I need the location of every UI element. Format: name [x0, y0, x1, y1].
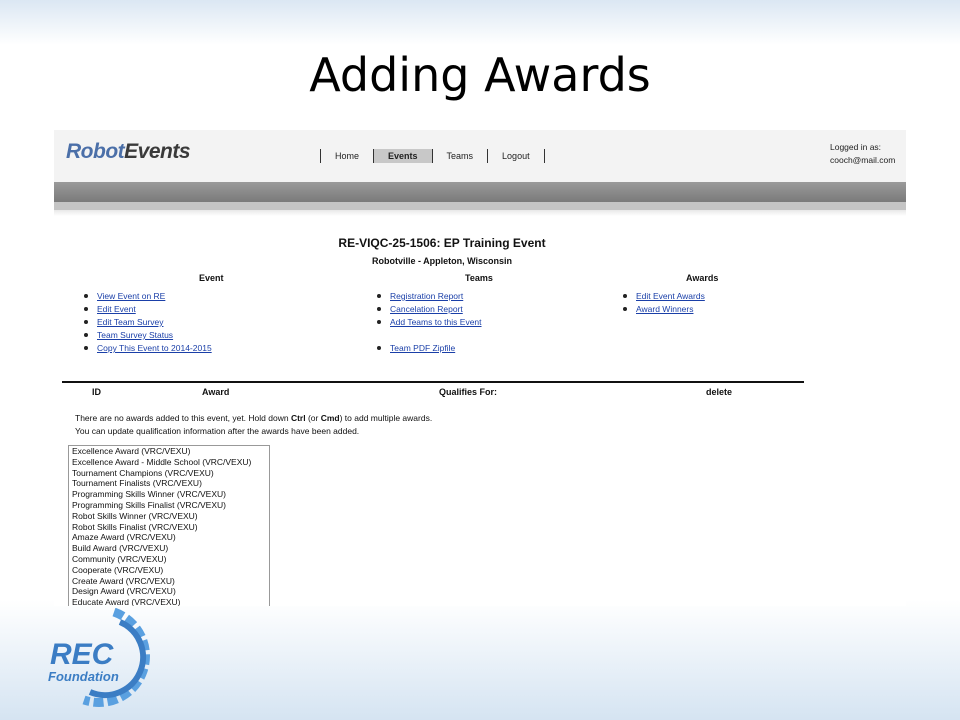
- bullet-icon: [84, 319, 88, 324]
- teams-column-heading: Teams: [465, 273, 493, 283]
- list-item: View Event on RE: [84, 291, 165, 301]
- list-item: Edit Event Awards: [623, 291, 705, 301]
- list-item: Award Winners: [623, 304, 693, 314]
- logo-events-text: Events: [124, 140, 191, 163]
- bullet-icon: [84, 293, 88, 298]
- award-option[interactable]: Programming Skills Finalist (VRC/VEXU): [69, 500, 269, 511]
- column-header-delete: delete: [706, 387, 733, 397]
- awards-column-heading: Awards: [686, 273, 719, 283]
- list-item: Registration Report: [377, 291, 463, 301]
- header-band-dark: [54, 182, 906, 202]
- list-item: Copy This Event to 2014-2015: [84, 343, 212, 353]
- edit-team-survey-link[interactable]: Edit Team Survey: [97, 317, 163, 327]
- ctrl-key-text: Ctrl: [290, 413, 306, 423]
- bullet-icon: [84, 332, 88, 337]
- bullet-icon: [84, 345, 88, 350]
- bullet-icon: [377, 293, 381, 298]
- list-item: Team PDF Zipfile: [377, 343, 455, 353]
- screenshot-panel: RobotEvents Home Events Teams Logout Log…: [54, 130, 906, 606]
- cmd-key-text: Cmd: [320, 413, 340, 423]
- list-item: Add Teams to this Event: [377, 317, 482, 327]
- nav-home[interactable]: Home: [321, 149, 373, 163]
- column-header-id: ID: [92, 387, 101, 397]
- list-item: Cancelation Report: [377, 304, 463, 314]
- award-multiselect[interactable]: Excellence Award (VRC/VEXU) Excellence A…: [68, 445, 270, 606]
- bullet-icon: [623, 293, 627, 298]
- column-header-award: Award: [202, 387, 230, 397]
- edit-event-awards-link[interactable]: Edit Event Awards: [636, 291, 705, 301]
- header-band-mid: [54, 202, 906, 210]
- award-winners-link[interactable]: Award Winners: [636, 304, 693, 314]
- team-pdf-zipfile-link[interactable]: Team PDF Zipfile: [390, 343, 455, 353]
- award-option[interactable]: Amaze Award (VRC/VEXU): [69, 532, 269, 543]
- nav-events[interactable]: Events: [374, 149, 432, 163]
- table-header-rule: [62, 381, 804, 383]
- event-location: Robotville - Appleton, Wisconsin: [371, 256, 513, 266]
- award-option[interactable]: Excellence Award - Middle School (VRC/VE…: [69, 457, 269, 468]
- award-option[interactable]: Create Award (VRC/VEXU): [69, 576, 269, 587]
- slide-title: Adding Awards: [309, 48, 651, 102]
- award-option[interactable]: Build Award (VRC/VEXU): [69, 543, 269, 554]
- list-item: Edit Team Survey: [84, 317, 163, 327]
- edit-event-link[interactable]: Edit Event: [97, 304, 136, 314]
- registration-report-link[interactable]: Registration Report: [390, 291, 463, 301]
- add-teams-link[interactable]: Add Teams to this Event: [390, 317, 482, 327]
- rec-foundation-logo: REC Foundation: [44, 607, 174, 708]
- award-option[interactable]: Community (VRC/VEXU): [69, 554, 269, 565]
- logo-rec-text: REC: [50, 638, 115, 671]
- nav-divider: [543, 149, 545, 163]
- bullet-icon: [623, 306, 627, 311]
- award-option[interactable]: Excellence Award (VRC/VEXU): [69, 446, 269, 457]
- list-item: Edit Event: [84, 304, 136, 314]
- login-label: Logged in as:: [830, 142, 882, 152]
- main-nav: Home Events Teams Logout: [320, 148, 545, 164]
- award-option[interactable]: Tournament Champions (VRC/VEXU): [69, 468, 269, 479]
- award-option[interactable]: Cooperate (VRC/VEXU): [69, 565, 269, 576]
- award-option[interactable]: Educate Award (VRC/VEXU): [69, 597, 269, 606]
- no-awards-message: There are no awards added to this event,…: [75, 413, 432, 423]
- header-band-light: [54, 210, 906, 216]
- login-info: Logged in as: cooch@mail.com: [830, 141, 895, 167]
- bullet-icon: [377, 306, 381, 311]
- list-item: Team Survey Status: [84, 330, 173, 340]
- robotevents-logo[interactable]: RobotEvents: [66, 140, 191, 164]
- award-option[interactable]: Programming Skills Winner (VRC/VEXU): [69, 489, 269, 500]
- info-text: (or: [305, 413, 321, 423]
- info-text: ) to add multiple awards.: [339, 413, 433, 423]
- bullet-icon: [377, 345, 381, 350]
- header-bar: RobotEvents Home Events Teams Logout Log…: [54, 130, 906, 182]
- team-survey-status-link[interactable]: Team Survey Status: [97, 330, 173, 340]
- nav-logout[interactable]: Logout: [488, 149, 544, 163]
- gear-icon: REC Foundation: [48, 607, 150, 707]
- info-text: There are no awards added to this event,…: [75, 413, 291, 423]
- event-column-heading: Event: [199, 273, 224, 283]
- award-option[interactable]: Robot Skills Finalist (VRC/VEXU): [69, 522, 269, 533]
- nav-teams[interactable]: Teams: [433, 149, 488, 163]
- award-option[interactable]: Design Award (VRC/VEXU): [69, 586, 269, 597]
- qualification-note: You can update qualification information…: [75, 426, 360, 436]
- column-header-qualifies: Qualifies For:: [439, 387, 498, 397]
- login-user: cooch@mail.com: [830, 155, 896, 165]
- bullet-icon: [377, 319, 381, 324]
- cancelation-report-link[interactable]: Cancelation Report: [390, 304, 463, 314]
- award-option[interactable]: Tournament Finalists (VRC/VEXU): [69, 478, 269, 489]
- logo-robot-text: Robot: [66, 140, 125, 163]
- view-event-link[interactable]: View Event on RE: [97, 291, 165, 301]
- copy-event-link[interactable]: Copy This Event to 2014-2015: [97, 343, 212, 353]
- event-title: RE-VIQC-25-1506: EP Training Event: [338, 236, 546, 250]
- bullet-icon: [84, 306, 88, 311]
- logo-foundation-text: Foundation: [48, 669, 119, 684]
- award-option[interactable]: Robot Skills Winner (VRC/VEXU): [69, 511, 269, 522]
